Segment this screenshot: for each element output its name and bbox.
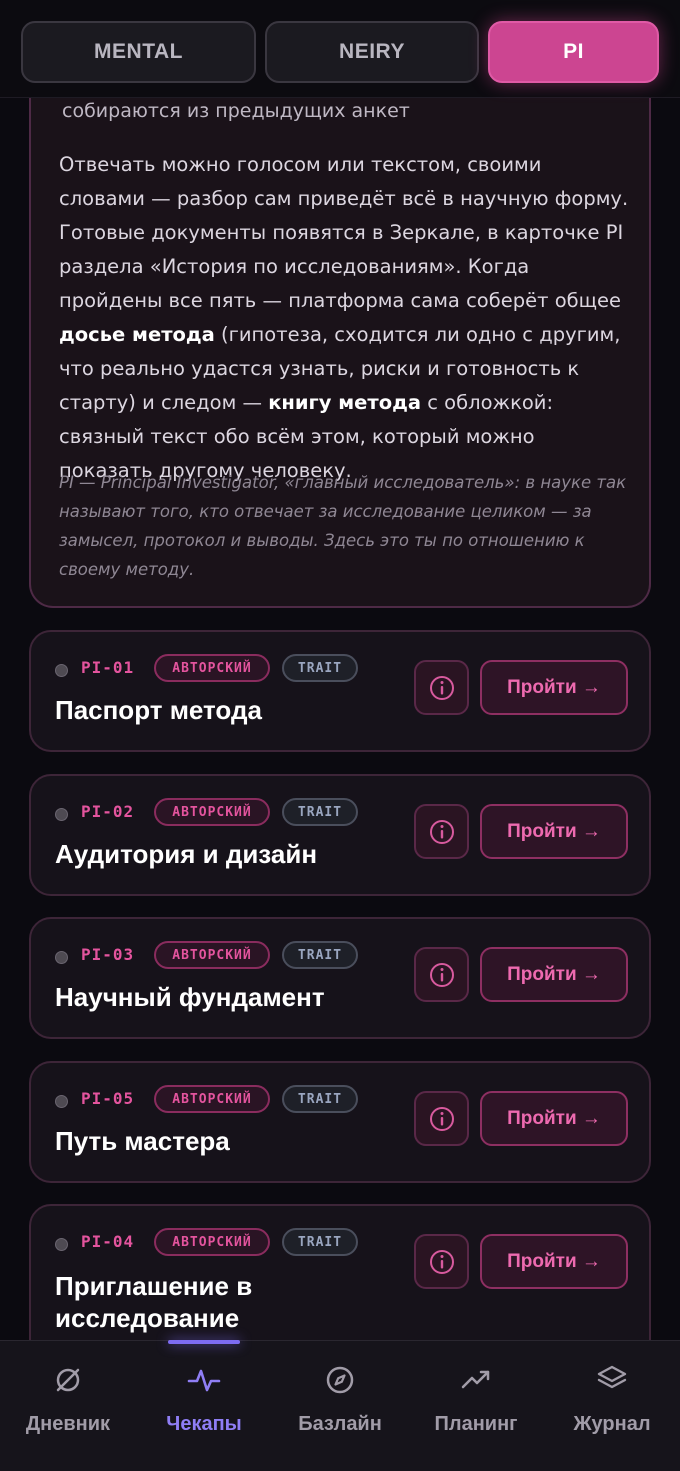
card-title: Путь мастера [55,1126,230,1156]
card-code: PI-01 [81,658,135,677]
info-icon [429,819,454,844]
pi-intro-card: собираются из предыдущих анкет Отвечать … [29,80,651,608]
badge-author: АВТОРСКИЙ [154,941,270,969]
nav-planning[interactable]: Планинг [408,1363,544,1463]
info-icon [429,962,454,987]
checkup-card: PI-03 АВТОРСКИЙ TRAIT Научный фундамент … [29,917,651,1039]
nav-label: Дневник [25,1413,111,1435]
intro-bold-dossier: досье метода [59,323,215,346]
card-code: PI-05 [81,1089,135,1108]
circle-slash-icon [56,1368,80,1392]
intro-text-1: Отвечать можно голосом или текстом, свои… [59,153,629,312]
info-button[interactable] [414,1091,469,1146]
info-button[interactable] [414,1234,469,1289]
tab-neiry[interactable]: NEIRY [265,21,479,83]
nav-label: Планинг [434,1413,518,1435]
status-dot [55,1238,68,1251]
badge-trait: TRAIT [282,1228,358,1256]
card-title: Научный фундамент [55,982,325,1012]
start-button[interactable]: Пройти → [480,947,628,1002]
nav-journal[interactable]: Журнал [544,1363,680,1463]
nav-baseline[interactable]: Базлайн [272,1363,408,1463]
card-code: PI-03 [81,945,135,964]
checkup-card: PI-01 АВТОРСКИЙ TRAIT Паспорт метода Про… [29,630,651,752]
start-button[interactable]: Пройти → [480,1234,628,1289]
layers-icon [597,1365,627,1389]
tab-mental[interactable]: MENTAL [21,21,256,83]
info-button[interactable] [414,947,469,1002]
status-dot [55,1095,68,1108]
nav-diary[interactable]: Дневник [0,1363,136,1463]
badge-author: АВТОРСКИЙ [154,654,270,682]
checkup-card: PI-05 АВТОРСКИЙ TRAIT Путь мастера Пройт… [29,1061,651,1183]
active-tab-indicator [168,1340,240,1344]
intro-line: собираются из предыдущих анкет [62,100,410,122]
nav-label: Журнал [573,1413,651,1435]
card-title: Паспорт метода [55,695,262,725]
info-icon [429,675,454,700]
badge-author: АВТОРСКИЙ [154,1085,270,1113]
intro-paragraph: Отвечать можно голосом или текстом, свои… [59,148,629,488]
compass-icon [326,1366,354,1394]
intro-bold-book: книгу метода [268,391,422,414]
trend-up-icon [461,1370,490,1389]
badge-author: АВТОРСКИЙ [154,798,270,826]
nav-checkups[interactable]: Чекапы [136,1363,272,1463]
card-code: PI-02 [81,802,135,821]
intro-note: PI — Principal Investigator, «главный ис… [59,473,627,579]
start-button[interactable]: Пройти → [480,804,628,859]
pulse-icon [187,1369,221,1392]
badge-trait: TRAIT [282,1085,358,1113]
badge-trait: TRAIT [282,798,358,826]
info-icon [429,1106,454,1131]
info-icon [429,1249,454,1274]
info-button[interactable] [414,804,469,859]
mode-tabs: MENTAL NEIRY PI [0,0,680,98]
status-dot [55,808,68,821]
nav-label: Чекапы [166,1413,242,1435]
status-dot [55,951,68,964]
bottom-nav: Дневник Чекапы Базлайн Планинг Журнал [0,1340,680,1471]
start-button[interactable]: Пройти → [480,1091,628,1146]
badge-trait: TRAIT [282,654,358,682]
card-code: PI-04 [81,1232,135,1251]
card-title: Приглашение в исследование [55,1271,253,1333]
card-title: Аудитория и дизайн [55,839,318,869]
info-button[interactable] [414,660,469,715]
checkup-card: PI-02 АВТОРСКИЙ TRAIT Аудитория и дизайн… [29,774,651,896]
nav-label: Базлайн [298,1413,382,1435]
status-dot [55,664,68,677]
start-button[interactable]: Пройти → [480,660,628,715]
badge-trait: TRAIT [282,941,358,969]
tab-pi[interactable]: PI [488,21,659,83]
badge-author: АВТОРСКИЙ [154,1228,270,1256]
